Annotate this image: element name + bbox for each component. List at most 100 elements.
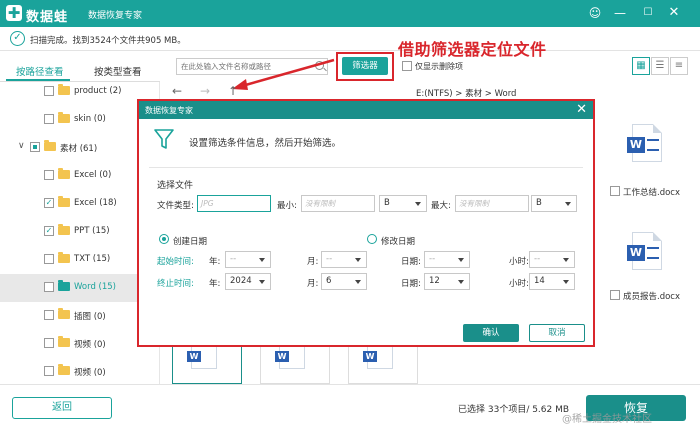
only-deleted-checkbox[interactable]	[402, 61, 412, 71]
dialog-close-icon[interactable]: ✕	[576, 101, 587, 119]
day-label: 日期:	[401, 279, 421, 289]
end-hour-select[interactable]: 14	[529, 273, 575, 290]
tree-item-ppt[interactable]: ✓ PPT (15)	[0, 218, 160, 246]
tree-item-sucai[interactable]: ∨ 素材 (61)	[0, 134, 160, 162]
tree-checkbox[interactable]	[44, 86, 54, 96]
tree-checkbox[interactable]	[44, 170, 54, 180]
tree-item-video-1[interactable]: 视频 (0)	[0, 330, 160, 358]
end-day-select[interactable]: 12	[424, 273, 470, 290]
create-date-radio[interactable]	[159, 234, 169, 244]
dialog-hint: 设置筛选条件信息，然后开始筛选。	[189, 138, 342, 149]
start-year-select[interactable]: --	[225, 251, 271, 268]
file-card[interactable]: W 工作总结.docx	[610, 120, 688, 200]
tree-item-label: Excel (18)	[74, 198, 117, 208]
end-month-select[interactable]: 6	[321, 273, 367, 290]
tree-item-label: product (2)	[74, 86, 122, 96]
back-button[interactable]: 返回	[12, 397, 112, 419]
tree-item-chatu[interactable]: 插图 (0)	[0, 302, 160, 330]
tree-checkbox[interactable]: ✓	[44, 226, 54, 236]
folder-icon	[58, 224, 70, 235]
app-title: 数据恢复专家	[88, 11, 143, 21]
end-time-label: 终止时间:	[157, 279, 194, 289]
hour-label: 小时:	[509, 279, 529, 289]
modify-date-radio[interactable]	[367, 234, 377, 244]
dialog-header: 数据恢复专家 ✕	[139, 101, 593, 119]
tree-item-label: Excel (0)	[74, 170, 112, 180]
file-card[interactable]: W 成员报告.docx	[610, 228, 688, 308]
tree-checkbox[interactable]	[44, 338, 54, 348]
tree-item-label: skin (0)	[74, 114, 106, 124]
max-unit-select[interactable]: B	[531, 195, 577, 212]
back-arrow-icon[interactable]: ←	[172, 84, 182, 98]
tree-checkbox[interactable]	[44, 310, 54, 320]
tree-checkbox[interactable]	[44, 254, 54, 264]
tree-item-video-2[interactable]: 视频 (0)	[0, 358, 160, 386]
path-bar: ← → ↑ E:(NTFS) > 素材 > Word	[160, 82, 700, 100]
tree-checkbox[interactable]	[30, 142, 40, 152]
tree-checkbox[interactable]	[44, 114, 54, 124]
file-checkbox[interactable]	[610, 186, 620, 196]
section-title: 选择文件	[157, 181, 194, 191]
close-icon[interactable]: ✕	[666, 5, 682, 21]
tree-item-product[interactable]: product (2)	[0, 78, 160, 106]
folder-icon	[58, 280, 70, 291]
folder-icon	[58, 308, 70, 319]
tree-item-excel-0[interactable]: Excel (0)	[0, 162, 160, 190]
start-hour-select[interactable]: --	[529, 251, 575, 268]
folder-icon	[58, 364, 70, 375]
minimize-icon[interactable]: —	[612, 5, 628, 21]
forward-arrow-icon[interactable]: →	[200, 84, 210, 98]
filter-dialog: 数据恢复专家 ✕ 设置筛选条件信息，然后开始筛选。 选择文件 文件类型: JPG…	[137, 99, 595, 347]
file-checkbox[interactable]	[610, 290, 620, 300]
tree-item-txt[interactable]: TXT (15)	[0, 246, 160, 274]
grid-view-icon[interactable]: ▦	[632, 57, 650, 75]
current-path: E:(NTFS) > 素材 > Word	[416, 89, 517, 99]
tree-item-excel-18[interactable]: ✓ Excel (18)	[0, 190, 160, 218]
tree-item-label: PPT (15)	[74, 226, 110, 236]
tab-by-type[interactable]: 按类型查看	[94, 64, 142, 78]
tree-item-skin[interactable]: skin (0)	[0, 106, 160, 134]
tab-by-path[interactable]: 按路径查看	[16, 64, 64, 78]
app-logo-icon: ✚	[6, 4, 22, 22]
only-deleted-label: 仅显示删除项	[415, 62, 463, 71]
file-card[interactable]: W	[348, 344, 418, 384]
chevron-down-icon[interactable]: ∨	[18, 141, 25, 151]
file-type-input[interactable]: JPG	[197, 195, 271, 212]
file-card[interactable]: W	[172, 344, 242, 384]
check-circle-icon: ✓	[10, 31, 25, 46]
confirm-button[interactable]: 确认	[463, 324, 519, 342]
maximize-icon[interactable]: ☐	[640, 5, 656, 21]
min-unit-select[interactable]: B	[379, 195, 427, 212]
min-size-input[interactable]: 没有限制	[301, 195, 375, 212]
selection-info: 已选择 33个项目/ 5.62 MB	[458, 405, 570, 415]
tree-checkbox[interactable]	[44, 366, 54, 376]
file-card[interactable]: W	[260, 344, 330, 384]
tree-checkbox[interactable]: ✓	[44, 198, 54, 208]
up-arrow-icon[interactable]: ↑	[228, 84, 238, 98]
max-size-input[interactable]: 没有限制	[455, 195, 529, 212]
list-view-icon[interactable]: ☰	[651, 57, 669, 75]
cancel-button[interactable]: 取消	[529, 324, 585, 342]
title-bar: ✚ 数据蛙 数据恢复专家 ☺ — ☐ ✕	[0, 0, 700, 27]
day-label: 日期:	[401, 257, 421, 267]
scan-status-text: 扫描完成。找到3524个文件共905 MB。	[30, 36, 186, 46]
tree-item-label: 素材 (61)	[60, 144, 98, 154]
folder-tree: product (2) skin (0) ∨ 素材 (61) Excel (0)…	[0, 82, 160, 384]
filter-button[interactable]: 筛选器	[342, 57, 388, 75]
start-day-select[interactable]: --	[424, 251, 470, 268]
detail-view-icon[interactable]: ≡	[670, 57, 688, 75]
folder-icon	[58, 336, 70, 347]
month-label: 月:	[307, 257, 319, 267]
month-label: 月:	[307, 279, 319, 289]
word-doc-icon: W	[627, 124, 662, 162]
end-year-select[interactable]: 2024	[225, 273, 271, 290]
folder-icon	[58, 196, 70, 207]
menu-icon[interactable]: ☺	[587, 5, 603, 21]
annotation-text: 借助筛选器定位文件	[398, 40, 547, 59]
tree-item-word[interactable]: Word (15)	[0, 274, 160, 302]
file-name: 工作总结.docx	[623, 188, 681, 198]
tree-item-label: 视频 (0)	[74, 340, 106, 350]
tree-item-label: 视频 (0)	[74, 368, 106, 378]
start-month-select[interactable]: --	[321, 251, 367, 268]
tree-checkbox[interactable]	[44, 282, 54, 292]
